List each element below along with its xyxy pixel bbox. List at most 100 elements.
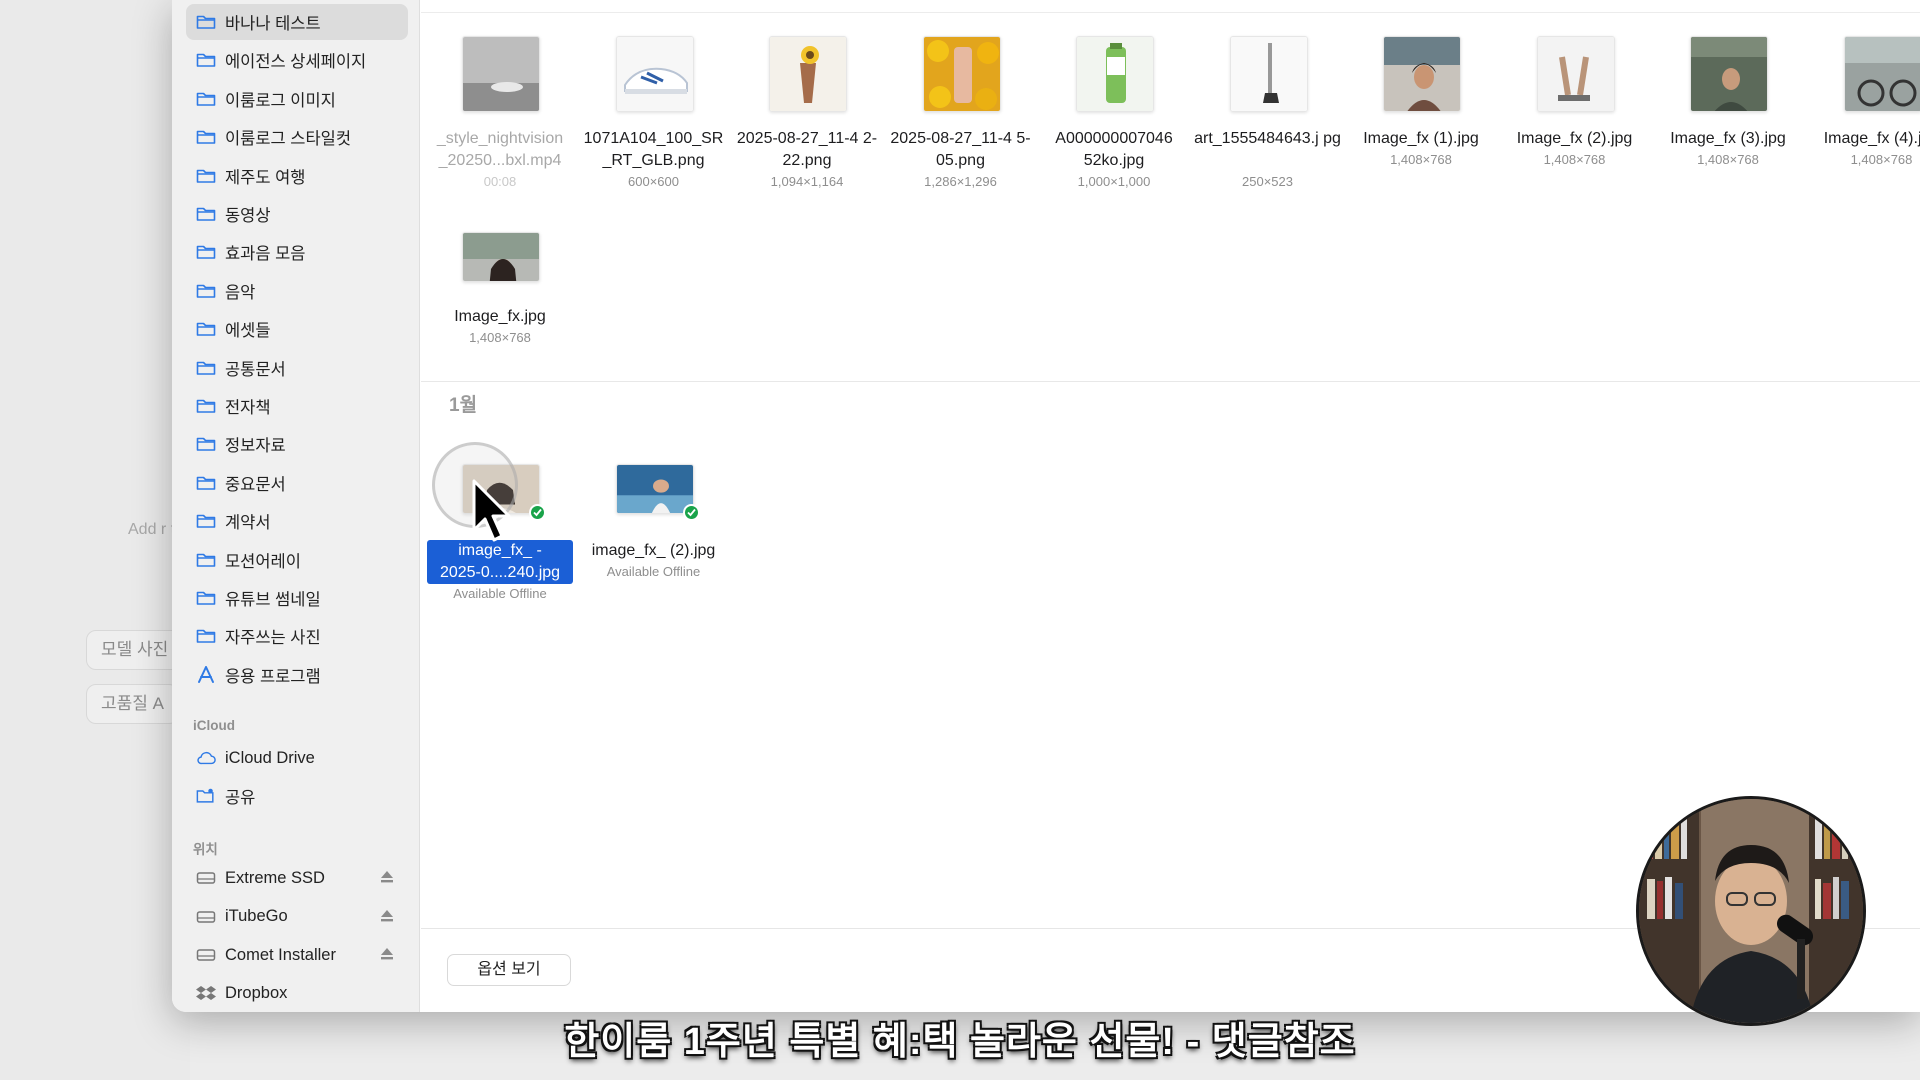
sidebar-item[interactable]: 동영상	[186, 196, 408, 232]
sidebar-item-label: 공통문서	[225, 360, 286, 379]
file-meta: 600×600	[628, 174, 679, 189]
sidebar-item[interactable]: 자주쓰는 사진	[186, 618, 408, 654]
sidebar-item[interactable]: 에셋들	[186, 311, 408, 347]
sidebar-item-label: 제주도 여행	[225, 168, 306, 187]
sidebar-item[interactable]: 모션어레이	[186, 542, 408, 578]
sidebar-item[interactable]: 공통문서	[186, 350, 408, 386]
file-thumbnail	[1690, 36, 1768, 112]
sidebar-item-label: 이룸로그 이미지	[225, 91, 336, 110]
sidebar-item[interactable]: iTubeGo	[186, 899, 408, 935]
sidebar-item[interactable]: 이룸로그 이미지	[186, 81, 408, 117]
sidebar-item-label: 에이전스 상세페이지	[225, 53, 367, 72]
file-thumbnail	[462, 36, 540, 112]
sidebar-item-label: 동영상	[225, 207, 271, 225]
sidebar-item[interactable]: 응용 프로그램	[186, 657, 408, 693]
file-name: Image_fx.jpg	[454, 308, 546, 325]
sidebar-item[interactable]: 제주도 여행	[186, 158, 408, 194]
sidebar-item-label: 계약서	[225, 514, 271, 533]
sidebar-item[interactable]: 효과음 모음	[186, 234, 408, 270]
eject-icon[interactable]	[380, 908, 394, 924]
sidebar-item[interactable]: Comet Installer	[186, 937, 408, 973]
file-item[interactable]: 2025-08-27_11-4 2-22.png 1,094×1,164	[732, 36, 882, 196]
sidebar-item[interactable]: 음악	[186, 273, 408, 309]
file-item[interactable]: 1071A104_100_SR _RT_GLB.png 600×600	[579, 36, 729, 196]
sidebar-item[interactable]: 계약서	[186, 503, 408, 539]
shared-folder-icon	[196, 786, 216, 806]
file-item[interactable]: 2025-08-27_11-4 5-05.png 1,286×1,296	[886, 36, 1036, 196]
cloud-icon	[196, 748, 216, 768]
sidebar-item[interactable]: 공유	[186, 778, 408, 814]
file-thumbnail	[462, 232, 540, 282]
file-meta: 00:08	[483, 174, 517, 189]
folder-icon	[196, 319, 216, 339]
dropbox-icon	[196, 984, 216, 1004]
file-meta: 1,408×768	[1697, 152, 1759, 167]
file-item[interactable]: Image_fx (4).jpg 1,408×768	[1807, 36, 1920, 196]
file-item[interactable]: Image_fx (2).jpg 1,408×768	[1500, 36, 1650, 196]
folder-icon	[196, 89, 216, 109]
file-name: 2025-08-27_11-4 5-05.png	[890, 130, 1031, 169]
file-name: Image_fx (2).jpg	[1516, 130, 1633, 147]
file-meta: Available Offline	[606, 564, 701, 579]
file-name: A000000007046 52ko.jpg	[1055, 130, 1173, 169]
folder-icon	[196, 588, 216, 608]
file-meta: 1,408×768	[1390, 152, 1452, 167]
file-name: Image_fx (1).jpg	[1363, 130, 1479, 147]
sidebar-item-label: 모션어레이	[225, 552, 301, 571]
background-chip-model-photo[interactable]: 모델 사진	[86, 630, 184, 670]
sidebar-section-locations: 위치	[193, 842, 218, 857]
file-meta: 1,408×768	[469, 330, 531, 345]
file-name: _style_nightvision _20250...bxl.mp4	[436, 130, 564, 169]
drive-icon	[196, 907, 216, 927]
folder-icon	[196, 626, 216, 646]
folder-icon	[196, 50, 216, 70]
file-item[interactable]: Image_fx (1).jpg 1,408×768	[1346, 36, 1496, 196]
file-item[interactable]: image_fx_ (2).jpg Available Offline	[579, 440, 729, 600]
sidebar-item[interactable]: Extreme SSD	[186, 860, 408, 896]
folder-icon	[196, 12, 216, 32]
file-meta: 1,408×768	[1543, 152, 1606, 167]
sidebar-item-label: 바나나 테스트	[225, 15, 321, 33]
file-thumbnail	[1536, 36, 1615, 112]
sidebar-item[interactable]: 중요문서	[186, 465, 408, 501]
sidebar-item[interactable]: 유튜브 썸네일	[186, 580, 408, 616]
sidebar-item-label: Comet Installer	[225, 945, 336, 964]
file-item[interactable]: Image_fx (3).jpg 1,408×768	[1653, 36, 1803, 196]
view-options-button[interactable]: 옵션 보기	[447, 954, 571, 986]
sidebar-item-label: 전자책	[225, 399, 271, 417]
file-thumbnail	[615, 36, 694, 112]
sidebar-item-label: 에셋들	[225, 322, 271, 341]
mouse-pointer-icon	[472, 479, 511, 542]
file-name: Image_fx (4).jpg	[1823, 130, 1920, 147]
background-chip-high-quality[interactable]: 고품질 A	[86, 684, 179, 724]
eject-icon[interactable]	[380, 869, 394, 885]
folder-icon	[196, 242, 216, 262]
file-item[interactable]: A000000007046 52ko.jpg 1,000×1,000	[1039, 36, 1189, 196]
sidebar-item[interactable]: Dropbox	[186, 976, 408, 1012]
month-section-header: 1월	[449, 395, 478, 416]
file-item[interactable]: Image_fx.jpg 1,408×768	[425, 214, 575, 374]
sidebar-item-label: 음악	[225, 283, 256, 302]
sidebar-item[interactable]: 에이전스 상세페이지	[186, 42, 408, 78]
sidebar-item[interactable]: 정보자료	[186, 426, 408, 462]
file-item[interactable]: _style_nightvision _20250...bxl.mp4 00:08	[425, 36, 575, 196]
sidebar-item-label: Extreme SSD	[225, 868, 325, 887]
file-meta: 250×523	[1242, 174, 1293, 189]
sidebar-item[interactable]: 이룸로그 스타일컷	[186, 119, 408, 155]
file-meta: 1,094×1,164	[770, 174, 844, 189]
file-meta: 1,408×768	[1850, 152, 1913, 167]
drive-icon	[196, 868, 216, 888]
folder-icon	[196, 358, 216, 378]
sidebar-item[interactable]: 전자책	[186, 388, 408, 424]
file-name: 2025-08-27_11-4 2-22.png	[736, 130, 878, 169]
file-item[interactable]: art_1555484643.j pg 250×523	[1193, 36, 1343, 196]
sidebar-item[interactable]: 바나나 테스트	[186, 4, 408, 40]
eject-icon[interactable]	[380, 946, 394, 962]
sidebar-item-label: Dropbox	[225, 984, 288, 1002]
file-name-selected: image_fx_ -2025-0....240.jpg	[427, 540, 573, 584]
folder-icon	[196, 511, 216, 531]
sidebar-item-label: 이룸로그 스타일컷	[225, 130, 352, 149]
file-meta: Available Offline	[453, 586, 547, 601]
sidebar-item[interactable]: iCloud Drive	[186, 740, 408, 776]
sidebar-item-label: 중요문서	[225, 475, 286, 494]
